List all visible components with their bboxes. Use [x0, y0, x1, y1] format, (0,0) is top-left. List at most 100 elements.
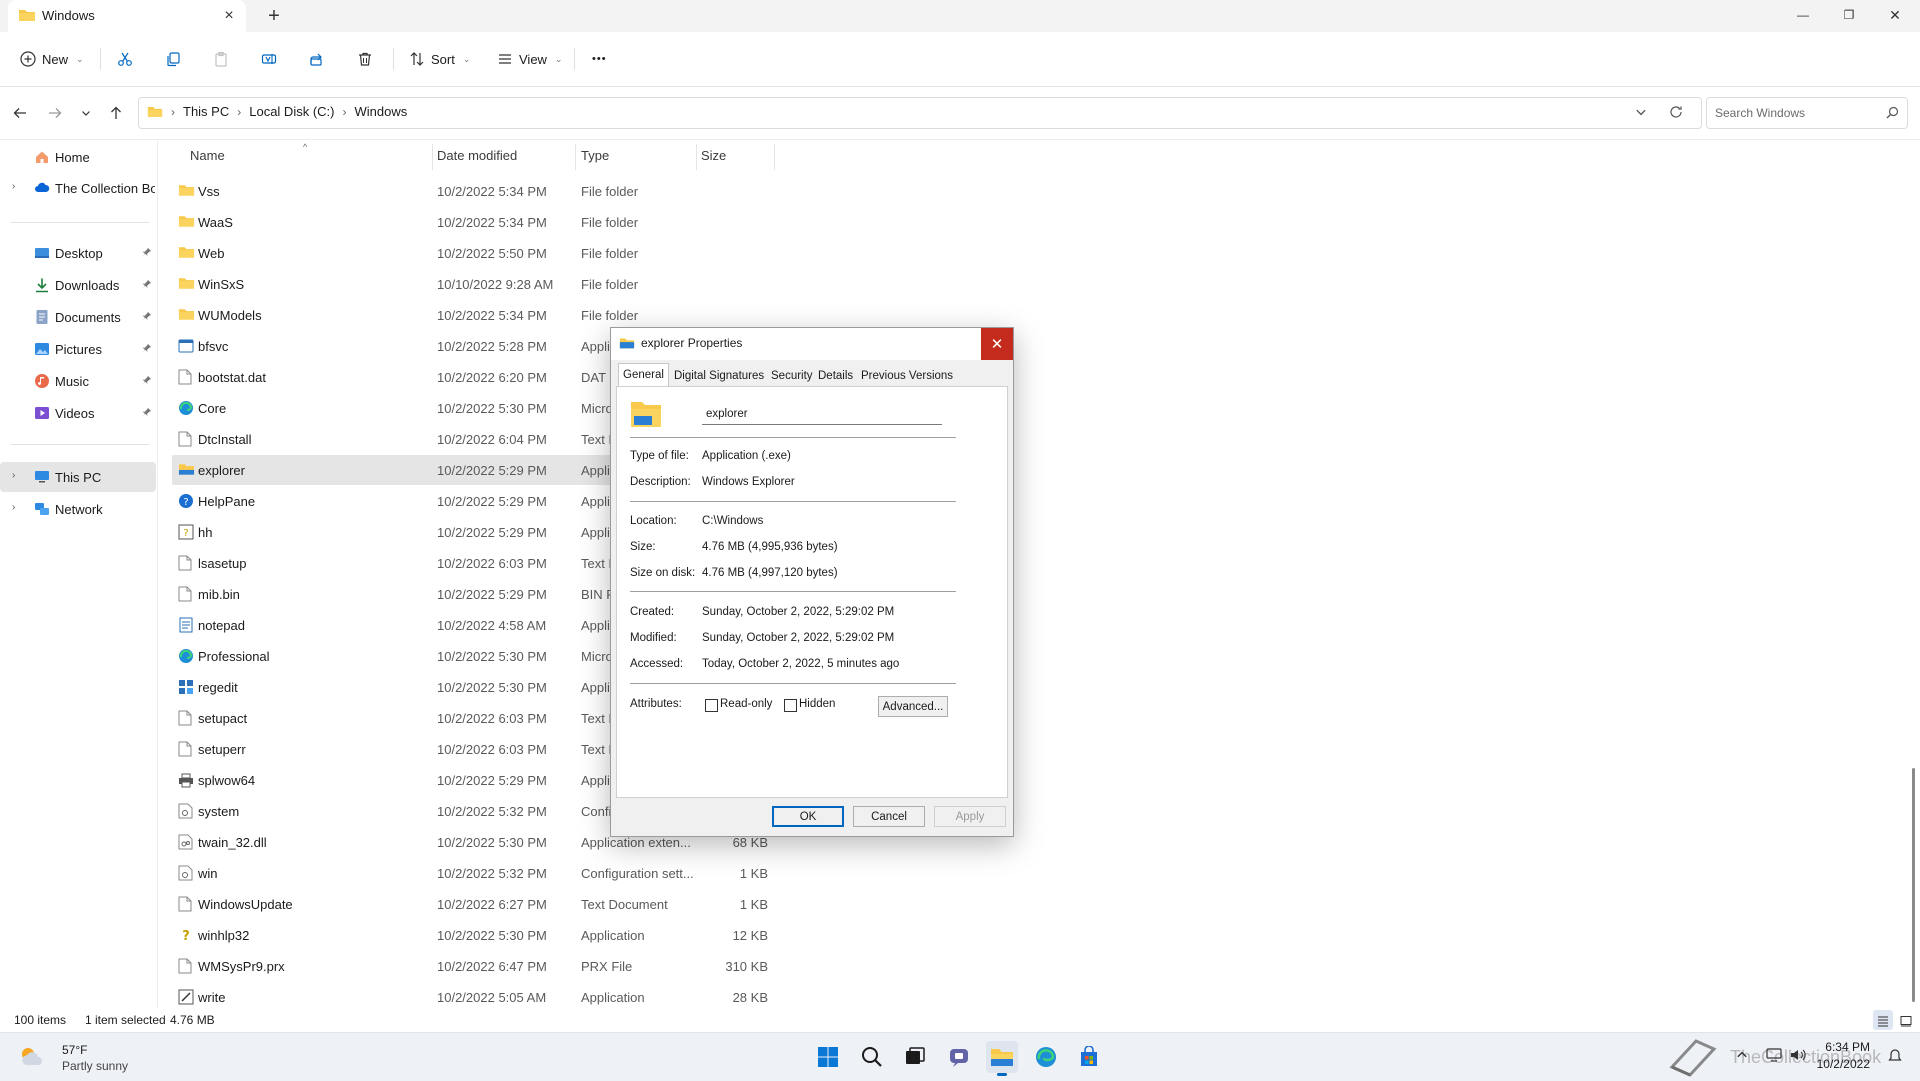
chevron-right-icon[interactable]: › [12, 181, 15, 192]
minimize-button[interactable]: — [1780, 0, 1826, 30]
cancel-button[interactable]: Cancel [853, 806, 925, 827]
chevron-right-icon[interactable]: › [12, 502, 15, 513]
file-row[interactable]: WinSxS 10/10/2022 9:28 AM File folder [172, 269, 972, 299]
new-tab-button[interactable]: + [264, 6, 284, 26]
sidebar-item-onedrive[interactable]: › The Collection Boo [0, 173, 156, 203]
file-row[interactable]: Web 10/2/2022 5:50 PM File folder [172, 238, 972, 268]
advanced-button[interactable]: Advanced... [878, 696, 948, 717]
tab-windows[interactable]: Windows × [8, 0, 246, 32]
file-type: Configuration sett... [581, 866, 694, 881]
pin-icon[interactable] [142, 279, 152, 289]
teams-chat-button[interactable] [943, 1041, 975, 1073]
chevron-right-icon[interactable]: › [12, 470, 15, 481]
restore-button[interactable]: ❐ [1826, 0, 1872, 30]
file-name: splwow64 [198, 773, 256, 788]
chevron-up-icon[interactable] [1736, 1049, 1748, 1061]
close-tab-icon[interactable]: × [220, 7, 238, 25]
file-row[interactable]: win 10/2/2022 5:32 PM Configuration sett..… [172, 858, 972, 888]
search-input[interactable]: Search Windows [1706, 97, 1908, 129]
forward-button[interactable] [43, 101, 67, 125]
file-row[interactable]: WindowsUpdate 10/2/2022 6:27 PM Text Docum… [172, 889, 972, 919]
breadcrumb-windows[interactable]: Windows [354, 104, 407, 119]
pin-icon[interactable] [142, 311, 152, 321]
attributes-label: Attributes: [630, 698, 682, 710]
column-header-size[interactable]: Size [701, 148, 726, 163]
address-dropdown-icon[interactable] [1635, 106, 1647, 118]
notification-icon[interactable] [1888, 1049, 1902, 1063]
column-divider[interactable] [432, 144, 433, 170]
paste-button[interactable] [213, 47, 229, 71]
dialog-title-bar[interactable]: explorer Properties ✕ [611, 328, 1013, 360]
file-name-field[interactable]: explorer [702, 405, 942, 425]
hidden-checkbox[interactable] [784, 699, 797, 712]
sidebar-item-documents[interactable]: Documents [0, 302, 156, 332]
clock[interactable]: 6:34 PM 10/2/2022 [1800, 1039, 1870, 1073]
sidebar-item-music[interactable]: Music [0, 366, 156, 396]
apply-button[interactable]: Apply [934, 806, 1006, 827]
sidebar-item-downloads[interactable]: Downloads [0, 270, 156, 300]
view-button[interactable]: View ⌄ [497, 47, 563, 71]
ok-button[interactable]: OK [772, 806, 844, 827]
column-divider[interactable] [696, 144, 697, 170]
dialog-close-button[interactable]: ✕ [981, 328, 1013, 360]
address-bar[interactable]: › This PC › Local Disk (C:) › Windows [138, 97, 1702, 129]
share-button[interactable] [309, 47, 325, 71]
new-button[interactable]: New ⌄ [20, 47, 84, 71]
search-button[interactable] [856, 1041, 888, 1073]
tab-title: Windows [42, 8, 95, 23]
pin-icon[interactable] [142, 343, 152, 353]
cut-button[interactable] [117, 47, 133, 71]
tab-previous-versions[interactable]: Previous Versions [857, 366, 957, 386]
column-divider[interactable] [774, 144, 775, 170]
file-row[interactable]: WUModels 10/2/2022 5:34 PM File folder [172, 300, 972, 330]
pin-icon[interactable] [142, 407, 152, 417]
breadcrumb-this-pc[interactable]: This PC [183, 104, 229, 119]
pin-icon[interactable] [142, 375, 152, 385]
back-button[interactable] [8, 101, 32, 125]
read-only-label[interactable]: Read-only [720, 698, 772, 710]
sidebar-item-desktop[interactable]: Desktop [0, 238, 156, 268]
sort-button[interactable]: Sort ⌄ [409, 47, 470, 71]
file-row[interactable]: WMSysPr9.prx 10/2/2022 6:47 PM PRX File 310… [172, 951, 972, 981]
copy-button[interactable] [165, 47, 181, 71]
task-view-button[interactable] [899, 1041, 931, 1073]
column-header-date[interactable]: Date modified [437, 148, 517, 163]
window-close-button[interactable]: ✕ [1872, 0, 1918, 30]
sidebar-item-this-pc[interactable]: › This PC [0, 462, 156, 492]
scrollbar-thumb[interactable] [1912, 768, 1915, 1002]
weather-widget[interactable]: 57°F Partly sunny [12, 1033, 132, 1081]
more-options-button[interactable]: ••• [592, 47, 607, 71]
column-divider[interactable] [575, 144, 576, 170]
store-button[interactable] [1073, 1041, 1105, 1073]
sidebar-item-home[interactable]: Home [0, 142, 156, 172]
file-row[interactable]: ? winhlp32 10/2/2022 5:30 PM Application 12 … [172, 920, 972, 950]
sidebar-item-network[interactable]: › Network [0, 494, 156, 524]
tab-digital-signatures[interactable]: Digital Signatures [670, 366, 768, 386]
details-view-button[interactable] [1873, 1010, 1893, 1030]
network-status-icon[interactable] [1766, 1048, 1782, 1062]
breadcrumb-local-disk[interactable]: Local Disk (C:) [249, 104, 334, 119]
tab-general[interactable]: General [618, 363, 669, 388]
tiles-view-button[interactable] [1896, 1010, 1916, 1030]
hidden-label[interactable]: Hidden [799, 698, 835, 710]
edge-browser-button[interactable] [1030, 1041, 1062, 1073]
sidebar-item-videos[interactable]: Videos [0, 398, 156, 428]
column-header-type[interactable]: Type [581, 148, 609, 163]
delete-button[interactable] [357, 47, 373, 71]
vertical-scrollbar[interactable] [1908, 140, 1918, 1010]
sidebar-item-pictures[interactable]: Pictures [0, 334, 156, 364]
file-row[interactable]: Vss 10/2/2022 5:34 PM File folder [172, 176, 972, 206]
file-explorer-button[interactable] [986, 1041, 1018, 1076]
up-button[interactable] [104, 101, 128, 125]
read-only-checkbox[interactable] [705, 699, 718, 712]
pin-icon[interactable] [142, 247, 152, 257]
rename-button[interactable] [261, 47, 277, 71]
start-button[interactable] [812, 1041, 844, 1073]
column-header-name[interactable]: Name [190, 148, 225, 163]
refresh-icon[interactable] [1669, 105, 1683, 119]
recent-locations-button[interactable] [74, 101, 98, 125]
tab-details[interactable]: Details [814, 366, 857, 386]
explorer-file-icon [178, 462, 195, 478]
tab-security[interactable]: Security [767, 366, 817, 386]
file-row[interactable]: WaaS 10/2/2022 5:34 PM File folder [172, 207, 972, 237]
